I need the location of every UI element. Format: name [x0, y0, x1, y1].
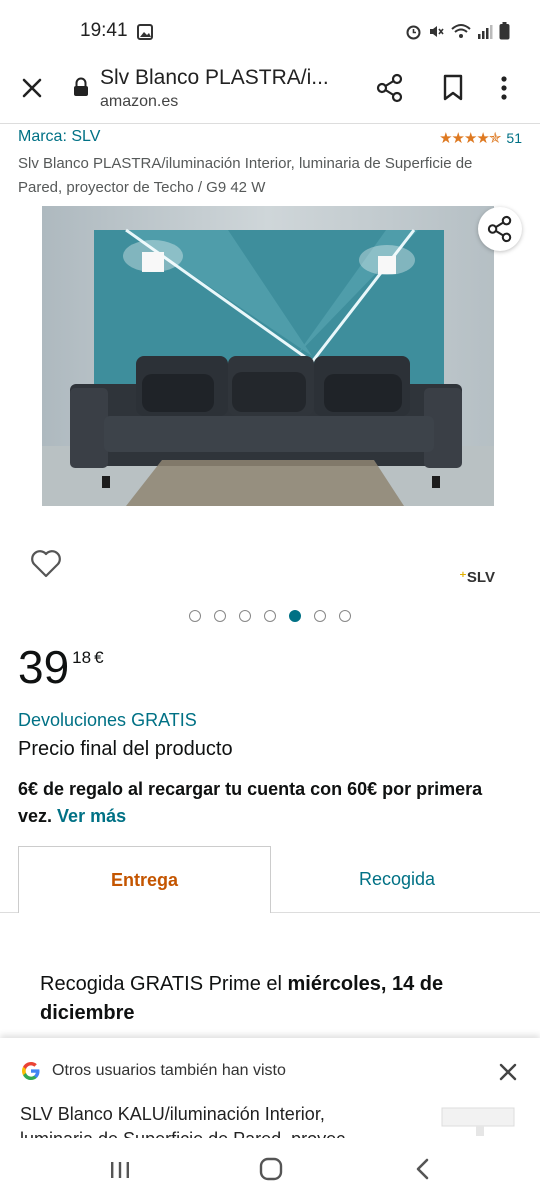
price: 39 18 €: [18, 642, 104, 692]
status-bar: 19:41: [0, 0, 540, 58]
star-rating-icon: ★★★★✯: [439, 130, 501, 147]
see-more-link[interactable]: Ver más: [57, 806, 126, 826]
gallery-dot[interactable]: [214, 610, 226, 622]
image-icon: [137, 24, 153, 45]
alarm-icon: [406, 25, 421, 39]
page-title[interactable]: Slv Blanco PLASTRA/i...: [100, 66, 360, 90]
bookmark-icon[interactable]: [440, 73, 466, 108]
free-returns-link[interactable]: Devoluciones GRATIS: [18, 710, 197, 731]
mute-icon: [430, 25, 444, 37]
back-icon[interactable]: [413, 1157, 433, 1186]
brand-logo: ⁺SLV: [459, 569, 495, 586]
recommendation-title[interactable]: SLV Blanco KALU/iluminación Interior, lu…: [20, 1102, 380, 1138]
system-nav-bar: [0, 1138, 540, 1200]
recommendations-sheet[interactable]: Otros usuarios también han visto SLV Bla…: [0, 1038, 540, 1138]
pickup-prefix: Recogida GRATIS Prime el: [40, 973, 288, 995]
sheet-header: Otros usuarios también han visto: [52, 1062, 286, 1079]
price-whole: 39: [18, 641, 70, 693]
price-currency: €: [94, 648, 104, 667]
share-icon[interactable]: [376, 73, 404, 108]
battery-icon: [499, 22, 510, 40]
gallery-dot[interactable]: [289, 610, 301, 622]
signal-icon: [478, 24, 493, 39]
brand-link[interactable]: Marca: SLV: [18, 128, 100, 146]
image-share-icon[interactable]: [478, 207, 522, 251]
brand-logo-text: SLV: [466, 569, 495, 586]
pickup-info: Recogida GRATIS Prime el miércoles, 14 d…: [40, 970, 500, 1028]
lock-icon: [72, 76, 90, 103]
google-icon: [20, 1060, 42, 1088]
product-image[interactable]: [42, 206, 494, 506]
status-time: 19:41: [80, 20, 128, 41]
tab-recogida[interactable]: Recogida: [271, 846, 523, 912]
browser-toolbar: Slv Blanco PLASTRA/i... amazon.es: [0, 58, 540, 124]
home-icon[interactable]: [258, 1156, 284, 1187]
close-icon[interactable]: [18, 74, 46, 102]
wifi-icon: [451, 23, 471, 38]
gallery-dot[interactable]: [189, 610, 201, 622]
recents-icon[interactable]: [108, 1158, 132, 1187]
gallery-dot[interactable]: [339, 610, 351, 622]
more-vertical-icon[interactable]: [498, 73, 510, 108]
gallery-dot[interactable]: [264, 610, 276, 622]
url-domain[interactable]: amazon.es: [100, 93, 178, 111]
product-title: Slv Blanco PLASTRA/iluminación Interior,…: [18, 155, 473, 196]
status-icons: [405, 22, 510, 40]
recommendation-thumbnail[interactable]: [436, 1100, 520, 1138]
wishlist-heart-icon[interactable]: [30, 549, 62, 584]
gift-promo: 6€ de regalo al recargar tu cuenta con 6…: [18, 776, 498, 830]
close-icon[interactable]: [496, 1060, 520, 1089]
rating-count[interactable]: 51: [506, 130, 522, 146]
gallery-dots[interactable]: [189, 610, 351, 622]
gallery-dot[interactable]: [239, 610, 251, 622]
final-price-label: Precio final del producto: [18, 738, 233, 760]
rating[interactable]: ★★★★✯ 51: [439, 129, 522, 147]
tab-entrega[interactable]: Entrega: [18, 846, 271, 913]
price-fraction: 18: [72, 648, 92, 667]
gallery-dot[interactable]: [314, 610, 326, 622]
